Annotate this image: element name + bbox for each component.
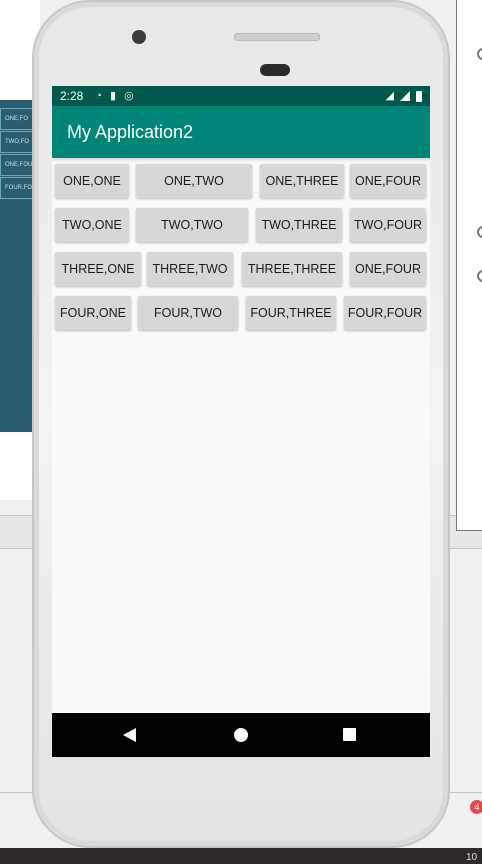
grid-button-one-four[interactable]: ONE,FOUR: [350, 164, 426, 198]
back-icon[interactable]: [123, 728, 136, 742]
status-right-icons: ◢: [386, 86, 422, 106]
grid-button-two-three[interactable]: TWO,THREE: [256, 208, 342, 242]
status-bar: 2:28 ◔ ▮ ◎ ◢: [52, 86, 430, 106]
home-icon[interactable]: [234, 728, 248, 742]
status-time: 2:28: [60, 89, 84, 103]
grid-button-three-one[interactable]: THREE,ONE: [55, 252, 141, 286]
ide-tool-icon[interactable]: [477, 270, 482, 282]
grid-button-one-one[interactable]: ONE,ONE: [55, 164, 129, 198]
grid-button-two-two[interactable]: TWO,TWO: [136, 208, 248, 242]
speaker-grille: [234, 33, 320, 41]
battery-icon: [416, 90, 422, 102]
grid-button-one-two[interactable]: ONE,TWO: [136, 164, 252, 198]
grid-button-three-two[interactable]: THREE,TWO: [147, 252, 233, 286]
grid-button-two-one[interactable]: TWO,ONE: [55, 208, 129, 242]
navigation-bar: [52, 713, 430, 757]
grid-button-three-three[interactable]: THREE,THREE: [242, 252, 342, 286]
app-bar-title: My Application2: [52, 106, 430, 158]
ide-right-panel: [456, 0, 482, 531]
recents-icon[interactable]: [343, 728, 356, 741]
sd-card-icon: ▮: [110, 90, 117, 102]
grid-button-one-three[interactable]: ONE,THREE: [260, 164, 344, 198]
sync-icon: ◎: [124, 90, 134, 102]
grid-button-four-three[interactable]: FOUR,THREE: [246, 296, 336, 330]
ide-tool-icon[interactable]: [477, 48, 482, 60]
taskbar-clock: 10: [466, 852, 478, 863]
grid-button-four-four[interactable]: FOUR,FOUR: [344, 296, 426, 330]
grid-button-three-four[interactable]: ONE,FOUR: [350, 252, 426, 286]
ide-tool-icon[interactable]: [477, 226, 482, 238]
notification-badge[interactable]: 4: [470, 800, 482, 814]
wifi-icon: ◔: [95, 90, 103, 102]
grid-button-four-one[interactable]: FOUR,ONE: [55, 296, 131, 330]
grid-button-four-two[interactable]: FOUR,TWO: [138, 296, 238, 330]
taskbar: [0, 848, 482, 864]
signal-wifi-icon: ◢: [385, 90, 394, 102]
earpiece-sensor: [260, 64, 290, 76]
front-camera-icon: [132, 30, 146, 44]
device-screen: 2:28 ◔ ▮ ◎ ◢ My Application2 ONE,ONE ONE…: [52, 86, 430, 757]
signal-icon: [400, 91, 410, 101]
grid-button-two-four[interactable]: TWO,FOUR: [350, 208, 426, 242]
